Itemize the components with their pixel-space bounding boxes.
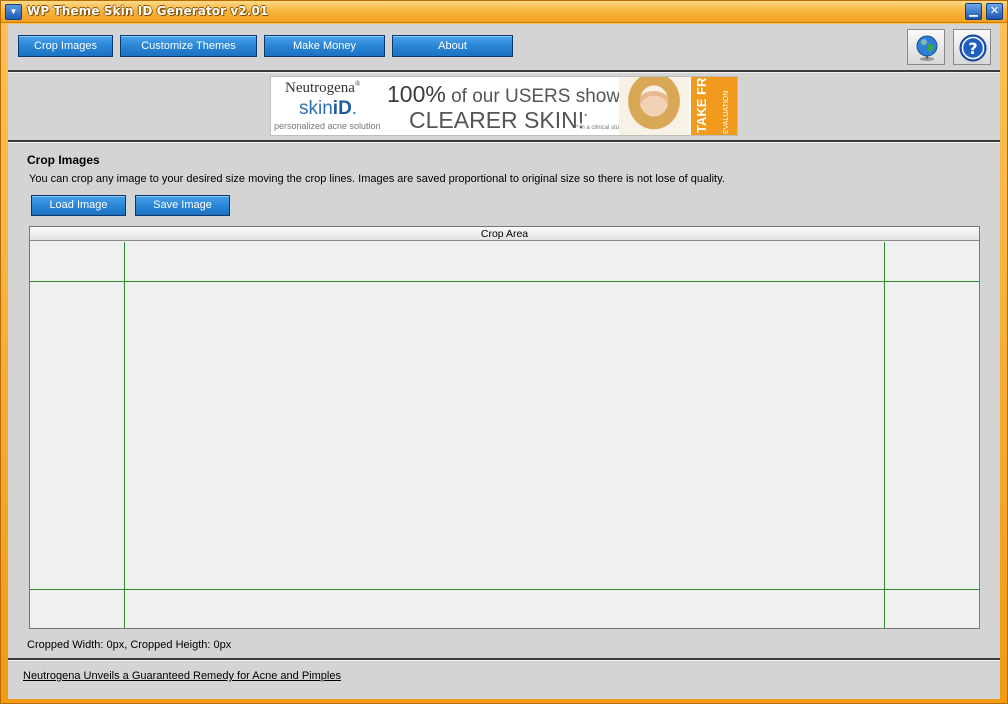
banner-headline: 100% of our USERS showed — [387, 81, 642, 107]
load-image-button[interactable]: Load Image — [31, 195, 126, 216]
close-button[interactable]: ✕ — [986, 3, 1003, 20]
system-menu-icon[interactable]: ▼ — [5, 4, 22, 20]
globe-icon — [916, 35, 938, 61]
banner-headline-2: CLEARER SKIN!* — [409, 107, 588, 133]
footer-link[interactable]: Neutrogena Unveils a Guaranteed Remedy f… — [23, 670, 341, 682]
crop-canvas[interactable] — [30, 242, 979, 628]
banner-brand: Neutrogena® — [285, 80, 361, 96]
toolbar: Crop Images Customize Themes Make Money … — [8, 24, 1000, 70]
banner-cta-text: TAKE FREE — [694, 76, 709, 133]
section-description: You can crop any image to your desired s… — [29, 173, 725, 185]
banner-photo-hair — [627, 77, 687, 135]
help-icon: ? — [959, 34, 987, 62]
save-image-button[interactable]: Save Image — [135, 195, 230, 216]
crop-line-top[interactable] — [30, 281, 979, 282]
section-title: Crop Images — [27, 153, 100, 167]
banner-tagline: personalized acne solution — [274, 121, 381, 131]
banner-product: skiniD. — [299, 98, 358, 119]
help-button[interactable]: ? — [953, 29, 991, 65]
customize-themes-button[interactable]: Customize Themes — [120, 35, 257, 57]
minimize-button[interactable]: ▁ — [965, 3, 982, 20]
banner-cta-small: EVALUATION — [723, 90, 730, 134]
crop-area-header: Crop Area — [30, 227, 979, 241]
crop-status: Cropped Width: 0px, Cropped Heigth: 0px — [27, 639, 232, 651]
title-bar[interactable]: ▼ WP Theme Skin ID Generator v2.01 ▁ ✕ — [1, 1, 1007, 23]
globe-button[interactable] — [907, 29, 945, 65]
footer-divider-highlight — [8, 660, 1000, 661]
banner-divider-highlight — [8, 142, 1000, 143]
svg-text:?: ? — [968, 39, 977, 58]
make-money-button[interactable]: Make Money — [264, 35, 385, 57]
about-button[interactable]: About — [392, 35, 513, 57]
window-title: WP Theme Skin ID Generator v2.01 — [27, 4, 269, 18]
banner-footnote: * in a clinical study — [576, 125, 626, 131]
crop-area[interactable]: Crop Area — [29, 226, 980, 629]
app-window: ▼ WP Theme Skin ID Generator v2.01 ▁ ✕ C… — [0, 0, 1008, 704]
crop-line-left[interactable] — [124, 242, 125, 628]
client-area: Crop Images Customize Themes Make Money … — [8, 24, 1000, 699]
crop-images-button[interactable]: Crop Images — [18, 35, 113, 57]
ad-banner[interactable]: Neutrogena® skiniD. personalized acne so… — [270, 76, 738, 136]
crop-line-right[interactable] — [884, 242, 885, 628]
toolbar-divider-highlight — [8, 72, 1000, 73]
crop-line-bottom[interactable] — [30, 589, 979, 590]
